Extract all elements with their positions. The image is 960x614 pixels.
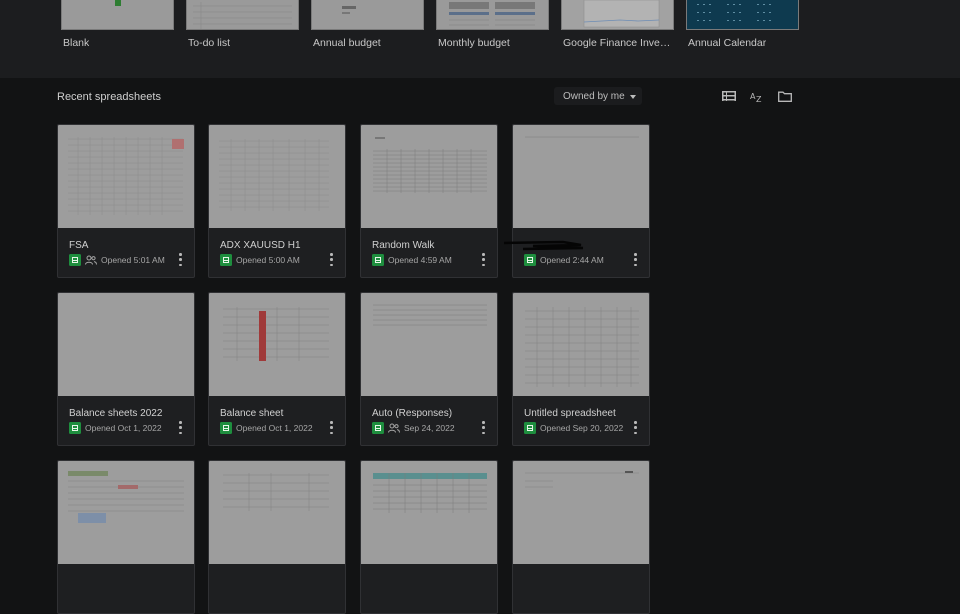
file-opened-time: Opened Sep 20, 2022: [540, 423, 624, 433]
file-title: Balance sheets 2022: [69, 408, 163, 419]
file-card[interactable]: [512, 460, 650, 614]
template-thumbnail: [686, 0, 799, 30]
file-thumbnail: [58, 293, 194, 396]
owner-filter-dropdown[interactable]: Owned by me: [554, 87, 642, 105]
file-thumbnail: [209, 125, 345, 228]
file-thumbnail: [209, 293, 345, 396]
template-thumbnail: [436, 0, 549, 30]
file-opened-time: Opened 5:00 AM: [236, 255, 300, 265]
recent-spreadsheets-heading: Recent spreadsheets: [57, 91, 161, 103]
file-meta: Opened Oct 1, 2022: [220, 421, 313, 435]
file-card[interactable]: [360, 460, 498, 614]
file-opened-time: Opened 4:59 AM: [388, 255, 452, 265]
file-meta: Sep 24, 2022: [372, 421, 455, 435]
template-thumbnail: [61, 0, 174, 30]
file-thumbnail: [513, 461, 649, 564]
file-title: Untitled spreadsheet: [524, 408, 616, 419]
more-options-icon[interactable]: [634, 421, 637, 434]
template-google-finance[interactable]: Google Finance Invest...: [561, 0, 675, 49]
file-card[interactable]: Opened 2:44 AM: [512, 124, 650, 278]
file-card[interactable]: Balance sheets 2022 Opened Oct 1, 2022: [57, 292, 195, 446]
file-thumbnail: [361, 293, 497, 396]
template-label: Blank: [63, 37, 90, 49]
file-card[interactable]: [57, 460, 195, 614]
more-options-icon[interactable]: [179, 253, 182, 266]
sheets-icon: [524, 422, 536, 434]
file-thumbnail: [58, 125, 194, 228]
file-title: Balance sheet: [220, 408, 284, 419]
file-opened-time: Sep 24, 2022: [404, 423, 455, 433]
template-label: Google Finance Invest...: [563, 37, 675, 49]
template-label: Monthly budget: [438, 37, 510, 49]
sheets-icon: [69, 254, 81, 266]
more-options-icon[interactable]: [330, 253, 333, 266]
folder-icon[interactable]: [777, 88, 793, 104]
chevron-down-icon: [629, 94, 636, 99]
file-meta: Opened 4:59 AM: [372, 253, 452, 267]
file-card[interactable]: [208, 460, 346, 614]
more-options-icon[interactable]: [482, 421, 485, 434]
shared-users-icon: [85, 255, 97, 265]
file-title: Auto (Responses): [372, 408, 453, 419]
template-annual-budget[interactable]: Annual budget: [311, 0, 424, 49]
template-thumbnail: [311, 0, 424, 30]
file-card[interactable]: Random Walk Opened 4:59 AM: [360, 124, 498, 278]
file-thumbnail: [361, 125, 497, 228]
file-meta: Opened Sep 20, 2022: [524, 421, 623, 435]
sort-az-icon[interactable]: A Z: [749, 88, 765, 104]
sheets-icon: [69, 422, 81, 434]
sheets-icon: [220, 254, 232, 266]
svg-text:Z: Z: [756, 95, 762, 103]
more-options-icon[interactable]: [482, 253, 485, 266]
template-label: Annual budget: [313, 37, 381, 49]
file-card[interactable]: FSA Opened 5:01 AM: [57, 124, 195, 278]
file-thumbnail: [513, 293, 649, 396]
more-options-icon[interactable]: [330, 421, 333, 434]
file-card[interactable]: Balance sheet Opened Oct 1, 2022: [208, 292, 346, 446]
file-thumbnail: [513, 125, 649, 228]
file-opened-time: Opened Oct 1, 2022: [236, 423, 313, 433]
sheets-icon: [372, 254, 384, 266]
file-opened-time: Opened 2:44 AM: [540, 255, 604, 265]
file-meta: Opened 5:01 AM: [69, 253, 165, 267]
file-card[interactable]: ADX XAUUSD H1 Opened 5:00 AM: [208, 124, 346, 278]
redaction-scribble: [503, 240, 584, 251]
file-thumbnail: [209, 461, 345, 564]
file-card[interactable]: Auto (Responses) Sep 24, 2022: [360, 292, 498, 446]
template-blank[interactable]: Blank: [61, 0, 174, 49]
template-gallery: Blank To-do list Annual budget Monthly b…: [0, 0, 960, 78]
more-options-icon[interactable]: [634, 253, 637, 266]
more-options-icon[interactable]: [179, 421, 182, 434]
file-card[interactable]: Untitled spreadsheet Opened Sep 20, 2022: [512, 292, 650, 446]
file-title: FSA: [69, 240, 89, 251]
sheets-icon: [372, 422, 384, 434]
file-thumbnail: [58, 461, 194, 564]
template-label: To-do list: [188, 37, 231, 49]
file-meta: Opened Oct 1, 2022: [69, 421, 162, 435]
template-thumbnail: [561, 0, 674, 30]
shared-users-icon: [388, 423, 400, 433]
template-monthly-budget[interactable]: Monthly budget: [436, 0, 549, 49]
template-label: Annual Calendar: [688, 37, 767, 49]
file-meta: Opened 5:00 AM: [220, 253, 300, 267]
file-thumbnail: [361, 461, 497, 564]
file-opened-time: Opened 5:01 AM: [101, 255, 165, 265]
template-thumbnail: [186, 0, 299, 30]
sheets-icon: [220, 422, 232, 434]
owner-filter-label: Owned by me: [563, 90, 625, 102]
template-annual-calendar[interactable]: Annual Calendar: [686, 0, 799, 49]
file-title: Random Walk: [372, 240, 435, 251]
template-todo-list[interactable]: To-do list: [186, 0, 299, 49]
file-meta: Opened 2:44 AM: [524, 253, 604, 267]
sheets-icon: [524, 254, 536, 266]
file-title: ADX XAUUSD H1: [220, 240, 301, 251]
list-view-icon[interactable]: [721, 88, 737, 104]
file-opened-time: Opened Oct 1, 2022: [85, 423, 162, 433]
